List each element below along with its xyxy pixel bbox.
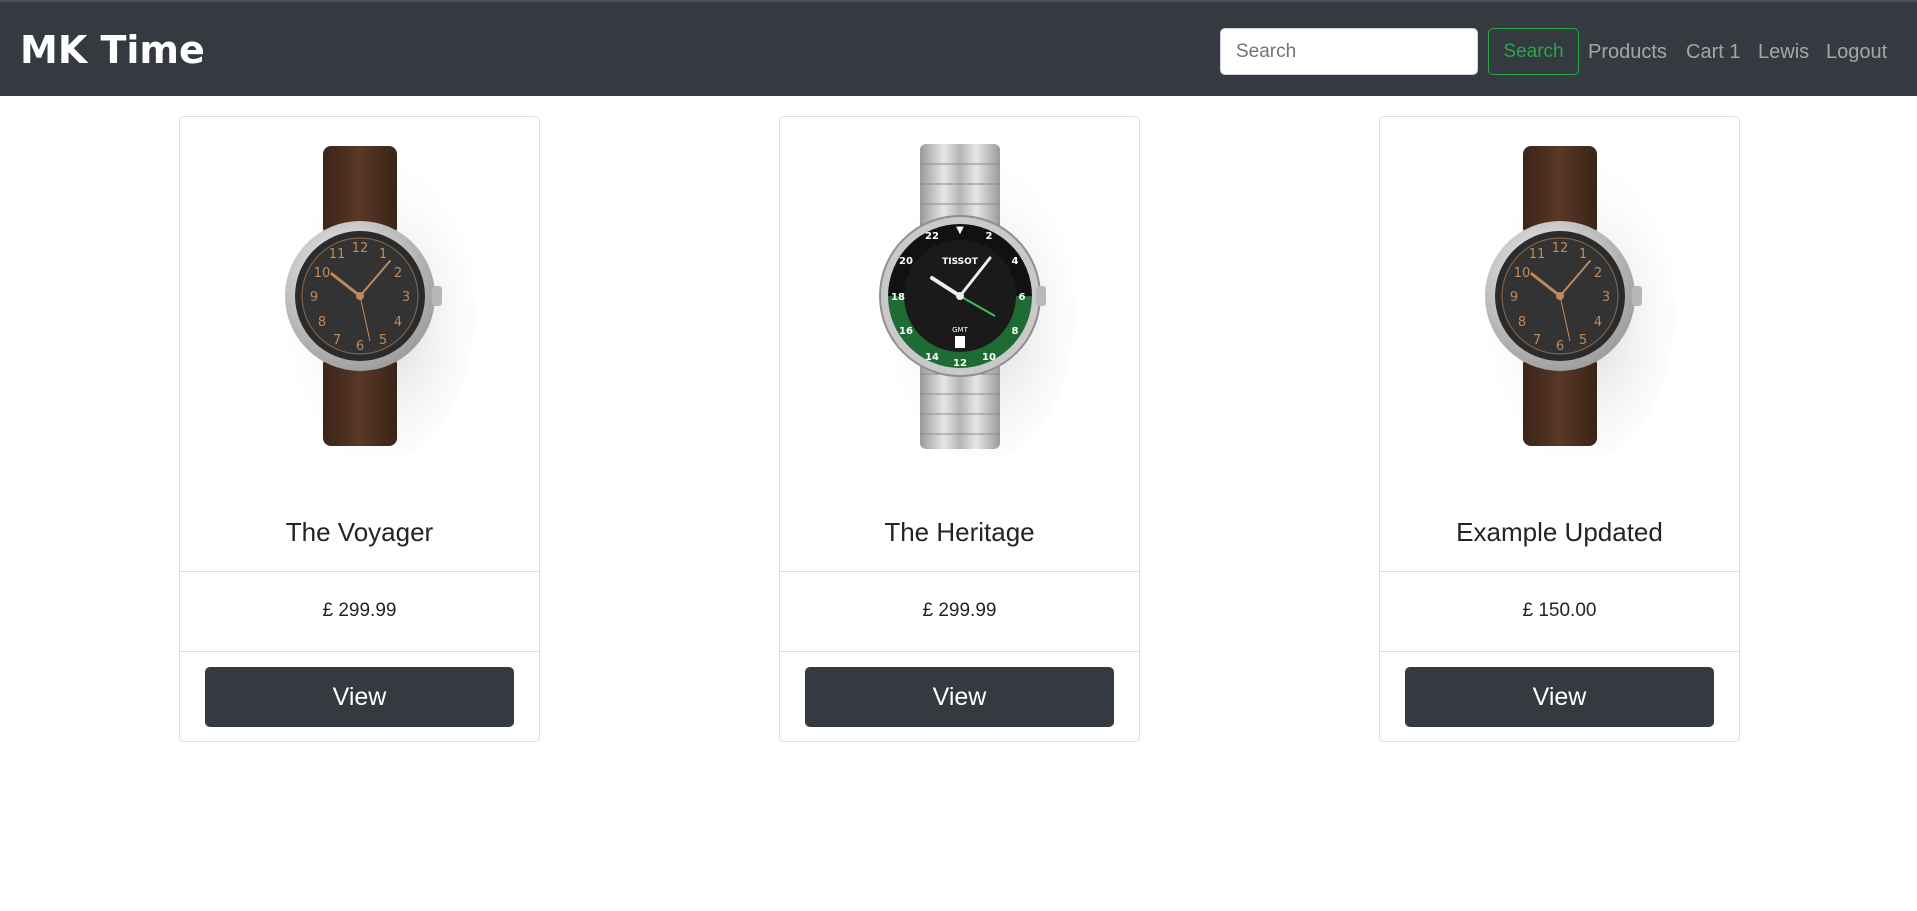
svg-text:11: 11 xyxy=(1528,247,1545,262)
svg-text:12: 12 xyxy=(351,241,368,256)
divider xyxy=(780,651,1139,652)
nav-link-user[interactable]: Lewis xyxy=(1758,40,1809,64)
svg-text:2: 2 xyxy=(393,266,401,281)
watch-brown-leather-icon: 12 3 6 9 11 1 2 4 5 7 8 10 xyxy=(284,146,475,456)
nav-link-logout[interactable]: Logout xyxy=(1826,40,1887,64)
divider xyxy=(1380,651,1739,652)
svg-text:12: 12 xyxy=(953,358,967,369)
svg-text:4: 4 xyxy=(1011,256,1018,267)
divider xyxy=(180,651,539,652)
watch-brown-leather-icon: 12 3 6 9 11 1 2 4 5 7 8 10 xyxy=(1484,146,1675,456)
svg-text:5: 5 xyxy=(378,333,386,348)
svg-text:14: 14 xyxy=(925,352,939,363)
svg-text:9: 9 xyxy=(1509,290,1517,305)
svg-text:2: 2 xyxy=(985,231,992,242)
svg-text:5: 5 xyxy=(1578,333,1586,348)
svg-text:6: 6 xyxy=(1018,292,1025,303)
svg-text:GMT: GMT xyxy=(952,326,968,334)
brand-logo[interactable]: MK Time xyxy=(20,28,205,72)
svg-text:1: 1 xyxy=(378,247,386,262)
product-price: £ 299.99 xyxy=(922,600,997,621)
nav-link-products[interactable]: Products xyxy=(1588,40,1667,64)
svg-text:7: 7 xyxy=(332,333,340,348)
svg-text:9: 9 xyxy=(309,290,317,305)
search-button[interactable]: Search xyxy=(1488,28,1579,75)
view-button[interactable]: View xyxy=(205,667,514,727)
svg-text:3: 3 xyxy=(1601,290,1609,305)
svg-text:4: 4 xyxy=(393,315,401,330)
svg-text:11: 11 xyxy=(328,247,345,262)
svg-text:18: 18 xyxy=(891,292,905,303)
svg-text:▼: ▼ xyxy=(956,225,964,236)
product-name: Example Updated xyxy=(1456,516,1663,547)
product-name: The Heritage xyxy=(884,516,1035,547)
svg-text:7: 7 xyxy=(1532,333,1540,348)
product-name: The Voyager xyxy=(285,516,434,547)
svg-text:10: 10 xyxy=(313,266,330,281)
view-button[interactable]: View xyxy=(805,667,1114,727)
svg-text:1: 1 xyxy=(1578,247,1586,262)
svg-text:20: 20 xyxy=(899,256,913,267)
search-input[interactable] xyxy=(1220,28,1478,75)
svg-text:TISSOT: TISSOT xyxy=(942,257,979,267)
svg-text:3: 3 xyxy=(401,290,409,305)
svg-text:6: 6 xyxy=(355,339,363,354)
product-image[interactable]: 12 3 6 9 11 1 2 4 5 7 8 10 xyxy=(180,117,539,475)
svg-text:6: 6 xyxy=(1555,339,1563,354)
svg-text:16: 16 xyxy=(899,326,913,337)
svg-text:4: 4 xyxy=(1593,315,1601,330)
watch-steel-bracelet-gmt-icon: ▼ 22 2 20 4 18 6 16 8 14 12 10 TISSOT GM… xyxy=(878,144,1075,456)
top-navbar: MK Time Search Products Cart 1 Lewis Log… xyxy=(0,0,1917,96)
svg-text:22: 22 xyxy=(925,231,939,242)
svg-text:10: 10 xyxy=(982,352,996,363)
svg-text:8: 8 xyxy=(1011,326,1018,337)
product-card: 12 3 6 9 11 1 2 4 5 7 8 10 The Voyager £… xyxy=(179,116,540,742)
svg-text:10: 10 xyxy=(1513,266,1530,281)
product-card: ▼ 22 2 20 4 18 6 16 8 14 12 10 TISSOT GM… xyxy=(779,116,1140,742)
product-image[interactable]: 12 3 6 9 11 1 2 4 5 7 8 10 xyxy=(1380,117,1739,475)
product-price: £ 150.00 xyxy=(1522,600,1597,621)
svg-text:8: 8 xyxy=(317,315,325,330)
view-button[interactable]: View xyxy=(1405,667,1714,727)
product-price: £ 299.99 xyxy=(322,600,397,621)
product-card: 12 3 6 9 11 1 2 4 5 7 8 10 Example Updat… xyxy=(1379,116,1740,742)
svg-text:12: 12 xyxy=(1551,241,1568,256)
svg-text:2: 2 xyxy=(1593,266,1601,281)
nav-link-cart[interactable]: Cart 1 xyxy=(1686,40,1740,64)
svg-text:8: 8 xyxy=(1517,315,1525,330)
product-image[interactable]: ▼ 22 2 20 4 18 6 16 8 14 12 10 TISSOT GM… xyxy=(780,117,1139,475)
